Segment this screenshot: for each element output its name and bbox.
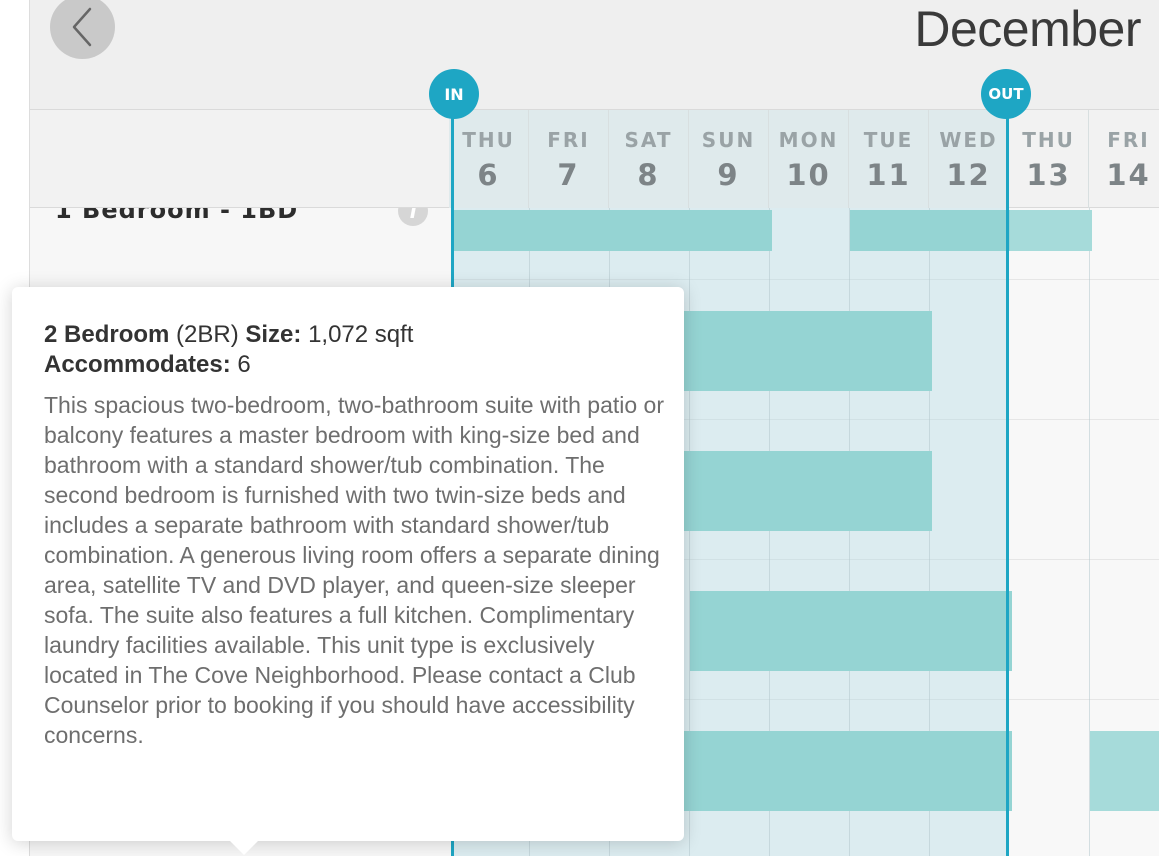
availability-bar[interactable] <box>684 451 932 531</box>
availability-bar[interactable] <box>452 210 772 251</box>
accommodates-value: 6 <box>237 351 251 378</box>
day-of-week: FRI <box>1107 128 1150 152</box>
month-title: December <box>914 1 1141 57</box>
day-header[interactable]: FRI 7 <box>529 110 609 208</box>
day-number: 6 <box>477 158 500 192</box>
day-of-week: SUN <box>701 128 756 152</box>
day-of-week: MON <box>778 128 839 152</box>
tooltip-accommodates: Accommodates: 6 <box>44 350 654 380</box>
room-name: 2 Bedroom <box>44 321 170 348</box>
day-header[interactable]: SAT 8 <box>609 110 689 208</box>
checkout-line <box>1006 108 1009 856</box>
calendar-screen: December THU 6 FRI 7 SAT 8 SUN 9 MON 10 TUE 11… <box>0 0 1159 856</box>
day-header[interactable]: THU 13 <box>1009 110 1089 208</box>
day-number: 7 <box>557 158 580 192</box>
checkout-marker[interactable]: OUT <box>981 69 1031 119</box>
info-icon[interactable]: i <box>398 208 428 226</box>
availability-bar[interactable] <box>850 210 1010 251</box>
day-header[interactable]: SUN 9 <box>689 110 769 208</box>
size-label: Size: <box>245 321 302 348</box>
day-of-week: TUE <box>863 128 914 152</box>
room-label-column: 1 Bedroom - 1BD i <box>30 208 452 288</box>
day-of-week: FRI <box>547 128 590 152</box>
day-number: 12 <box>946 158 991 192</box>
chevron-left-icon <box>72 7 91 47</box>
day-number: 9 <box>717 158 740 192</box>
day-number: 11 <box>866 158 911 192</box>
day-header[interactable]: MON 10 <box>769 110 849 208</box>
day-header[interactable]: FRI 14 <box>1089 110 1159 208</box>
availability-bar[interactable] <box>684 311 932 391</box>
availability-bar[interactable] <box>1090 731 1159 811</box>
day-of-week: SAT <box>624 128 673 152</box>
room-code: (2BR) <box>176 321 239 348</box>
day-header[interactable]: WED 12 <box>929 110 1009 208</box>
room-description: This spacious two-bedroom, two-bathroom … <box>44 392 665 748</box>
day-number: 13 <box>1026 158 1071 192</box>
availability-bar[interactable] <box>684 731 1012 811</box>
availability-bar[interactable] <box>690 591 1012 671</box>
size-value: 1,072 sqft <box>308 321 414 348</box>
accommodates-label: Accommodates: <box>44 351 231 378</box>
day-of-week: THU <box>1022 128 1075 152</box>
day-header[interactable]: TUE 11 <box>849 110 929 208</box>
room-label[interactable]: 1 Bedroom - 1BD <box>55 208 298 224</box>
tooltip-header: 2 Bedroom (2BR) Size: 1,072 sqft <box>44 320 654 350</box>
tooltip-pointer <box>230 841 258 855</box>
day-of-week: WED <box>939 128 998 152</box>
availability-bar[interactable] <box>1010 210 1092 251</box>
checkin-marker[interactable]: IN <box>429 69 479 119</box>
day-of-week: THU <box>462 128 515 152</box>
day-number: 10 <box>786 158 831 192</box>
day-header[interactable]: THU 6 <box>449 110 529 208</box>
room-info-tooltip: 2 Bedroom (2BR) Size: 1,072 sqft Accommo… <box>12 287 684 855</box>
day-number: 8 <box>637 158 660 192</box>
day-number: 14 <box>1106 158 1151 192</box>
